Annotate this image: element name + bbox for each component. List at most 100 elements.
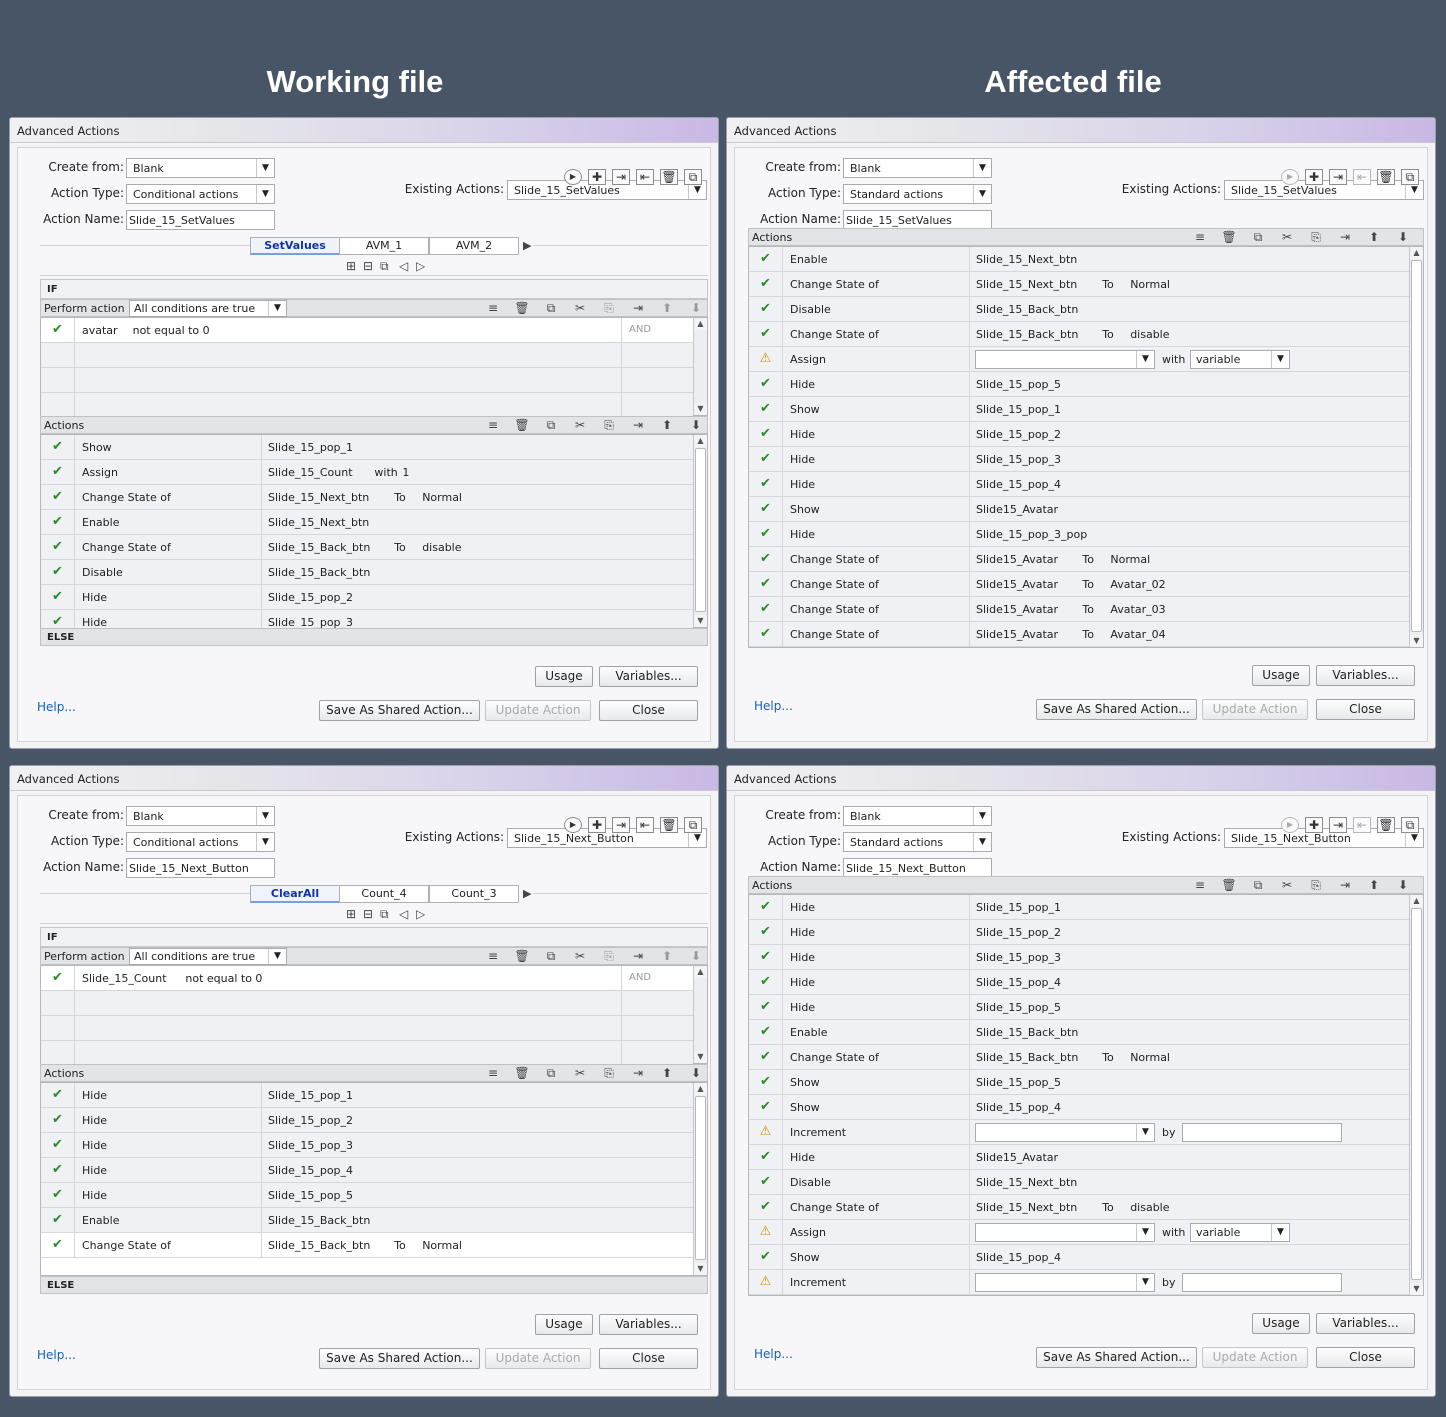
scroll-down-icon[interactable]: ▼ [1410, 1283, 1423, 1295]
indent-icon[interactable]: ⇥ [1337, 230, 1353, 244]
scroll-down-icon[interactable]: ▼ [694, 615, 707, 627]
move-up-icon[interactable]: ⬆ [659, 949, 675, 963]
cut-icon[interactable]: ✂ [572, 1066, 588, 1080]
insert-row-icon[interactable]: ≡ [485, 1066, 501, 1080]
increment-value-input[interactable] [1182, 1273, 1342, 1292]
action-row[interactable]: ✔ Hide Slide_15_pop_2 [41, 1108, 693, 1133]
condition-row[interactable] [41, 1041, 693, 1066]
close-button[interactable]: Close [599, 700, 698, 721]
action-row[interactable]: ⚠ Increment ▼ by [749, 1120, 1409, 1145]
trash-icon[interactable]: 🗑 [514, 1066, 530, 1080]
add-decision-icon[interactable]: ⊞ [346, 907, 356, 921]
action-row[interactable]: ✔ Change State of Slide15_Avatar To Avatar_0… [749, 597, 1409, 622]
help-link[interactable]: Help... [754, 699, 793, 713]
add-icon[interactable]: ✚ [588, 169, 606, 185]
delete-icon[interactable]: 🗑 [660, 817, 678, 833]
action-type-select[interactable]: Standard actions ▼ [843, 832, 992, 852]
variable-select[interactable]: ▼ [975, 350, 1155, 369]
action-row[interactable]: ✔ Hide Slide_15_pop_3 [749, 447, 1409, 472]
copy-icon[interactable]: ⧉ [1250, 230, 1266, 245]
scroll-down-icon[interactable]: ▼ [694, 1051, 707, 1063]
trash-icon[interactable]: 🗑 [514, 418, 530, 432]
cut-icon[interactable]: ✂ [572, 301, 588, 315]
perform-condition-select[interactable]: All conditions are true ▼ [129, 300, 287, 317]
action-row[interactable]: ✔ Show Slide_15_pop_4 [749, 1245, 1409, 1270]
insert-row-icon[interactable]: ≡ [485, 301, 501, 315]
create-from-select[interactable]: Blank ▼ [126, 158, 275, 178]
condition-row[interactable] [41, 343, 693, 368]
import-icon[interactable]: ⇥ [1329, 817, 1347, 833]
save-shared-action-button[interactable]: Save As Shared Action... [1036, 1347, 1197, 1368]
indent-icon[interactable]: ⇥ [630, 418, 646, 432]
delete-icon[interactable]: 🗑 [1377, 169, 1395, 185]
action-row[interactable]: ✔ Disable Slide_15_Back_btn [41, 560, 693, 585]
import-icon[interactable]: ⇥ [1329, 169, 1347, 185]
import-icon[interactable]: ⇥ [612, 169, 630, 185]
copy-icon[interactable]: ⧉ [543, 1066, 559, 1081]
move-down-icon[interactable]: ⬇ [688, 418, 704, 432]
add-icon[interactable]: ✚ [588, 817, 606, 833]
action-row[interactable]: ✔ Hide Slide_15_pop_2 [41, 585, 693, 610]
action-row[interactable]: ✔ Change State of Slide_15_Back_btn To Norma… [41, 1233, 693, 1258]
action-row[interactable]: ✔ Hide Slide_15_pop_3 [41, 1133, 693, 1158]
action-type-select[interactable]: Conditional actions ▼ [126, 184, 275, 204]
update-action-button[interactable]: Update Action [485, 1348, 591, 1369]
indent-icon[interactable]: ⇥ [630, 1066, 646, 1080]
save-shared-action-button[interactable]: Save As Shared Action... [1036, 699, 1197, 720]
action-row[interactable]: ✔ Hide Slide_15_pop_1 [749, 895, 1409, 920]
action-row[interactable]: ✔ Disable Slide_15_Next_btn [749, 1170, 1409, 1195]
action-row[interactable]: ✔ Change State of Slide_15_Next_btn To Norma… [749, 272, 1409, 297]
trash-icon[interactable]: 🗑 [1221, 878, 1237, 892]
scrollbar[interactable]: ▲ ▼ [1409, 247, 1423, 647]
action-row[interactable]: ⚠ Assign ▼ with variable ▼ [749, 347, 1409, 372]
paste-icon[interactable]: ⎘ [601, 1066, 617, 1081]
delete-icon[interactable]: 🗑 [660, 169, 678, 185]
export-icon[interactable]: ⇤ [1353, 169, 1371, 185]
remove-decision-icon[interactable]: ⊟ [363, 259, 373, 273]
variable-select[interactable]: ▼ [975, 1223, 1155, 1242]
insert-row-icon[interactable]: ≡ [1192, 230, 1208, 244]
action-type-select[interactable]: Conditional actions ▼ [126, 832, 275, 852]
action-row[interactable]: ✔ Change State of Slide_15_Back_btn To disab… [749, 322, 1409, 347]
preview-icon[interactable]: ▶ [564, 817, 582, 833]
scrollbar[interactable]: ▲ ▼ [1409, 895, 1423, 1295]
add-icon[interactable]: ✚ [1305, 169, 1323, 185]
move-down-icon[interactable]: ⬇ [688, 1066, 704, 1080]
import-icon[interactable]: ⇥ [612, 817, 630, 833]
action-name-input[interactable]: Slide_15_SetValues [843, 210, 992, 230]
cut-icon[interactable]: ✂ [572, 949, 588, 963]
action-row[interactable]: ✔ Hide Slide_15_pop_4 [41, 1158, 693, 1183]
variables-button[interactable]: Variables... [599, 1314, 698, 1335]
variable-select[interactable]: ▼ [975, 1273, 1155, 1292]
move-down-icon[interactable]: ⬇ [688, 301, 704, 315]
move-up-icon[interactable]: ⬆ [659, 418, 675, 432]
create-from-select[interactable]: Blank ▼ [126, 806, 275, 826]
export-icon[interactable]: ⇤ [636, 169, 654, 185]
action-row[interactable]: ✔ Enable Slide_15_Back_btn [41, 1208, 693, 1233]
usage-button[interactable]: Usage [1252, 1313, 1310, 1334]
action-row[interactable]: ✔ Enable Slide_15_Next_btn [41, 510, 693, 535]
scroll-thumb[interactable] [695, 448, 706, 612]
copy-icon[interactable]: ⧉ [543, 301, 559, 316]
increment-value-input[interactable] [1182, 1123, 1342, 1142]
action-row[interactable]: ✔ Change State of Slide15_Avatar To Avatar_0… [749, 572, 1409, 597]
tab-avm_1[interactable]: AVM_1 [339, 237, 429, 255]
scroll-thumb[interactable] [1411, 260, 1422, 632]
scroll-up-icon[interactable]: ▲ [694, 435, 707, 447]
insert-row-icon[interactable]: ≡ [485, 418, 501, 432]
duplicate-icon[interactable]: ⧉ [1401, 169, 1419, 185]
action-type-select[interactable]: Standard actions ▼ [843, 184, 992, 204]
action-row[interactable]: ⚠ Increment ▼ by [749, 1270, 1409, 1295]
action-row[interactable]: ✔ Show Slide_15_pop_1 [41, 435, 693, 460]
action-row[interactable]: ✔ Disable Slide_15_Back_btn [749, 297, 1409, 322]
paste-icon[interactable]: ⎘ [601, 949, 617, 964]
action-name-input[interactable]: Slide_15_SetValues [126, 210, 275, 230]
condition-row[interactable]: ✔ Slide_15_Count not equal to 0 AND [41, 966, 693, 991]
action-row[interactable]: ✔ Change State of Slide_15_Next_btn To Norma… [41, 485, 693, 510]
tab-avm_2[interactable]: AVM_2 [429, 237, 519, 255]
paste-icon[interactable]: ⎘ [1308, 230, 1324, 245]
copy-icon[interactable]: ⧉ [543, 949, 559, 964]
duplicate-icon[interactable]: ⧉ [684, 169, 702, 185]
trash-icon[interactable]: 🗑 [1221, 230, 1237, 244]
help-link[interactable]: Help... [37, 700, 76, 714]
